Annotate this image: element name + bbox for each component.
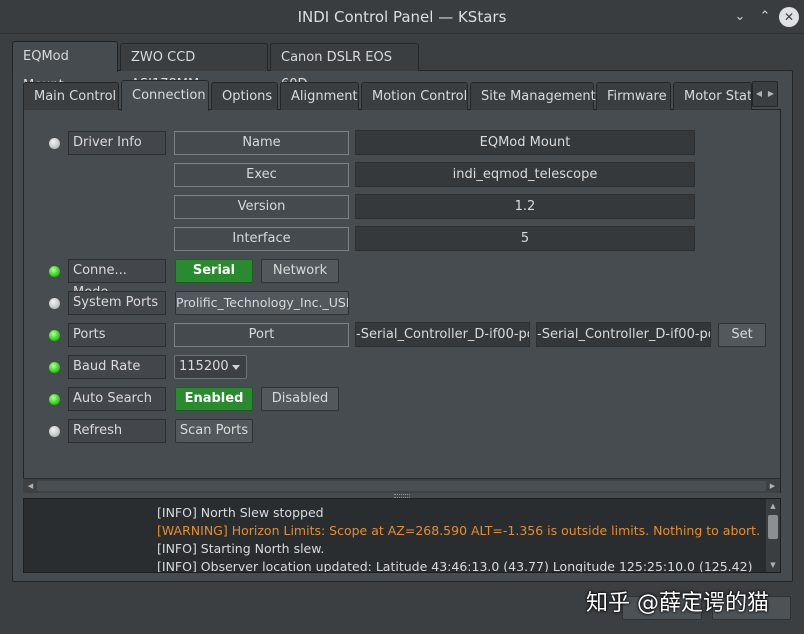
ports-status-led — [49, 330, 60, 341]
chevron-down-icon — [232, 365, 240, 370]
name-label: Name — [174, 131, 349, 155]
message-log[interactable]: [INFO] North Slew stopped [WARNING] Hori… — [23, 498, 781, 573]
baud-rate-label: Baud Rate — [68, 355, 166, 379]
log-line-warning: [WARNING] Horizon Limits: Scope at AZ=26… — [157, 523, 761, 538]
connection-mode-status-led — [49, 266, 60, 277]
log-line: [INFO] Starting North slew. — [157, 541, 325, 556]
auto-search-label: Auto Search — [68, 387, 166, 411]
tab-motion-control[interactable]: Motion Control — [361, 82, 468, 110]
system-ports-label: System Ports — [68, 291, 166, 315]
port-current-value: -Serial_Controller_D-if00-port0 — [355, 322, 530, 347]
refresh-status-led — [49, 426, 60, 437]
serial-button[interactable]: Serial — [175, 259, 253, 283]
log-line: [INFO] Observer location updated: Latitu… — [157, 559, 753, 573]
prolific-port-button[interactable]: Prolific_Technology_Inc._USB — [175, 291, 349, 315]
scroll-up-icon[interactable]: ▲ — [766, 500, 780, 513]
port-input[interactable]: -Serial_Controller_D-if00-port0 — [536, 322, 711, 347]
log-vertical-scrollbar[interactable]: ▲ ▼ — [765, 499, 780, 572]
chevron-left-icon[interactable]: ◀ — [753, 82, 765, 106]
tab-zwo-ccd[interactable]: ZWO CCD ASI178MM — [120, 43, 268, 92]
maximize-icon[interactable]: ⌃ — [755, 7, 775, 27]
title-bar: INDI Control Panel — KStars ⌄ ⌃ ✕ — [0, 0, 804, 34]
version-label: Version — [174, 195, 349, 219]
tab-canon-dslr[interactable]: Canon DSLR EOS 60D — [270, 43, 419, 92]
port-label: Port — [174, 323, 349, 347]
enabled-button[interactable]: Enabled — [175, 387, 253, 411]
device-tabs: EQMod Mount ZWO CCD ASI178MM Canon DSLR … — [12, 41, 421, 93]
driver-info-status-led — [49, 138, 60, 149]
interface-value: 5 — [355, 226, 695, 251]
window-title: INDI Control Panel — KStars — [297, 8, 507, 26]
name-value: EQMod Mount — [355, 130, 695, 155]
minimize-icon[interactable]: ⌄ — [730, 7, 750, 27]
watermark: 知乎 @薛定谔的猫 — [586, 591, 769, 616]
chevron-right-icon[interactable]: ▶ — [765, 82, 777, 106]
refresh-label: Refresh — [68, 419, 166, 443]
scrollbar-track[interactable] — [37, 481, 766, 491]
baud-rate-select[interactable]: 115200 — [174, 355, 247, 379]
tab-connection[interactable]: Connection — [121, 80, 209, 111]
interface-label: Interface — [174, 227, 349, 251]
tab-eqmod-mount[interactable]: EQMod Mount — [12, 41, 118, 93]
connection-mode-label: Conne... Mode — [68, 259, 166, 300]
version-value: 1.2 — [355, 194, 695, 219]
driver-info-label: Driver Info — [68, 131, 166, 155]
tab-main-control[interactable]: Main Control — [23, 82, 119, 110]
scan-ports-button[interactable]: Scan Ports — [175, 419, 253, 443]
disabled-button[interactable]: Disabled — [261, 387, 339, 411]
log-line: [INFO] North Slew stopped — [157, 505, 324, 520]
tab-alignment[interactable]: Alignment — [280, 82, 359, 110]
panel-horizontal-scrollbar[interactable]: ◀ ▶ — [23, 478, 780, 493]
scroll-right-icon[interactable]: ▶ — [766, 480, 779, 493]
scroll-down-icon[interactable]: ▼ — [766, 559, 780, 572]
close-icon[interactable]: ✕ — [779, 7, 799, 27]
set-port-button[interactable]: Set — [718, 323, 766, 347]
system-ports-status-led — [49, 298, 60, 309]
tab-site-management[interactable]: Site Management — [470, 82, 596, 110]
tab-firmware[interactable]: Firmware — [596, 82, 671, 110]
baud-rate-status-led — [49, 362, 60, 373]
exec-value: indi_eqmod_telescope — [355, 162, 695, 187]
network-button[interactable]: Network — [261, 259, 339, 283]
baud-rate-value: 115200 — [179, 359, 229, 374]
tab-scroll-buttons[interactable]: ◀ ▶ — [752, 81, 778, 107]
scroll-left-icon[interactable]: ◀ — [24, 480, 37, 493]
ports-label: Ports — [68, 323, 166, 347]
group-tabs: Main Control Connection Options Alignmen… — [23, 80, 754, 111]
exec-label: Exec — [174, 163, 349, 187]
tab-options[interactable]: Options — [211, 82, 278, 110]
tab-motor-status[interactable]: Motor Stat — [673, 82, 752, 110]
scrollbar-thumb[interactable] — [768, 515, 778, 539]
auto-search-status-led — [49, 394, 60, 405]
